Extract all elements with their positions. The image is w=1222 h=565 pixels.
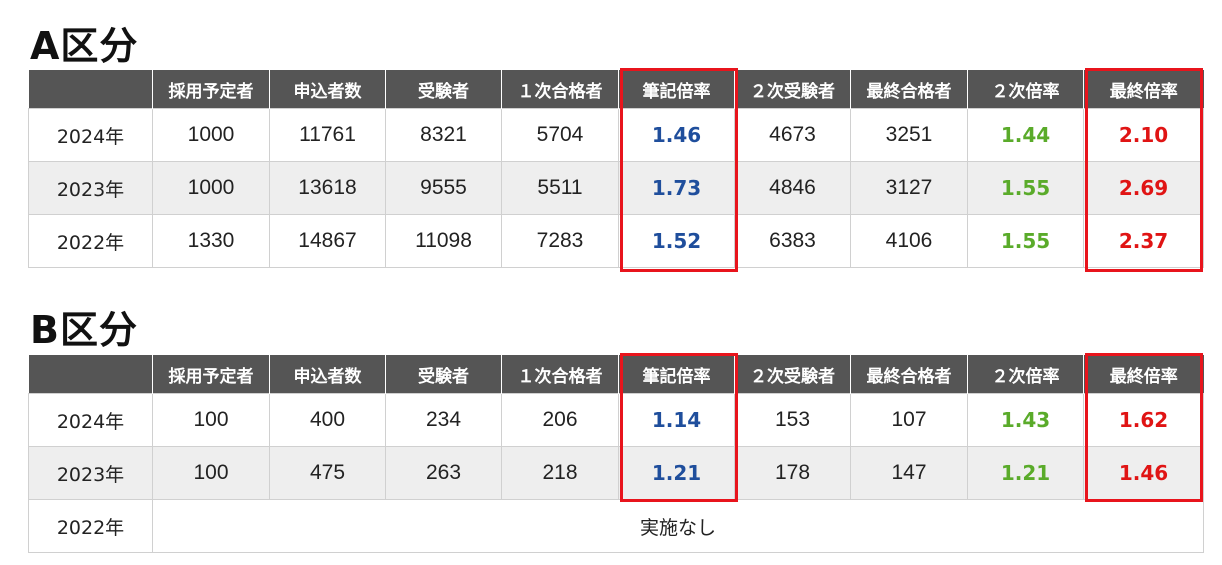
first-pass-cell: 5511 — [501, 161, 619, 215]
examinees-cell: 234 — [385, 393, 502, 447]
year-cell: 2024年 — [28, 393, 153, 447]
table-row: 2022年 1330 14867 11098 7283 1.52 6383 41… — [28, 214, 1204, 268]
written-rate-cell: 1.52 — [618, 214, 735, 268]
header-year — [28, 355, 153, 394]
first-pass-cell: 5704 — [501, 108, 619, 162]
year-cell: 2023年 — [28, 161, 153, 215]
first-pass-cell: 7283 — [501, 214, 619, 268]
no-exam-note: 実施なし — [152, 499, 1204, 553]
final-rate-cell: 2.69 — [1083, 161, 1204, 215]
header-applicants: 申込者数 — [269, 70, 386, 109]
second-examinees-cell: 153 — [734, 393, 851, 447]
section-b-title: B区分 — [30, 308, 138, 352]
final-rate-cell: 2.10 — [1083, 108, 1204, 162]
examinees-cell: 9555 — [385, 161, 502, 215]
planned-cell: 100 — [152, 446, 270, 500]
section-a-table: 採用予定者 申込者数 受験者 １次合格者 筆記倍率 ２次受験者 最終合格者 ２次… — [28, 70, 1204, 268]
header-written-rate: 筆記倍率 — [618, 70, 735, 109]
section-a-title: A区分 — [30, 24, 139, 68]
table-header-row: 採用予定者 申込者数 受験者 １次合格者 筆記倍率 ２次受験者 最終合格者 ２次… — [28, 70, 1204, 109]
year-cell: 2022年 — [28, 499, 153, 553]
final-pass-cell: 3127 — [850, 161, 968, 215]
second-rate-cell: 1.21 — [967, 446, 1084, 500]
header-final-pass: 最終合格者 — [850, 70, 968, 109]
year-cell: 2022年 — [28, 214, 153, 268]
second-rate-cell: 1.55 — [967, 161, 1084, 215]
written-rate-cell: 1.46 — [618, 108, 735, 162]
applicants-cell: 475 — [269, 446, 386, 500]
first-pass-cell: 206 — [501, 393, 619, 447]
header-second-examinees: ２次受験者 — [734, 70, 851, 109]
written-rate-cell: 1.14 — [618, 393, 735, 447]
header-written-rate: 筆記倍率 — [618, 355, 735, 394]
table-row: 2023年 1000 13618 9555 5511 1.73 4846 312… — [28, 161, 1204, 215]
second-examinees-cell: 178 — [734, 446, 851, 500]
planned-cell: 100 — [152, 393, 270, 447]
header-second-examinees: ２次受験者 — [734, 355, 851, 394]
written-rate-cell: 1.73 — [618, 161, 735, 215]
planned-cell: 1000 — [152, 108, 270, 162]
header-first-pass: １次合格者 — [501, 355, 619, 394]
table-row: 2024年 100 400 234 206 1.14 153 107 1.43 … — [28, 393, 1204, 447]
examinees-cell: 11098 — [385, 214, 502, 268]
table-row: 2022年 実施なし — [28, 499, 1204, 553]
final-rate-cell: 2.37 — [1083, 214, 1204, 268]
table-header-row: 採用予定者 申込者数 受験者 １次合格者 筆記倍率 ２次受験者 最終合格者 ２次… — [28, 355, 1204, 394]
header-final-rate: 最終倍率 — [1083, 355, 1204, 394]
planned-cell: 1000 — [152, 161, 270, 215]
table-row: 2024年 1000 11761 8321 5704 1.46 4673 325… — [28, 108, 1204, 162]
second-rate-cell: 1.44 — [967, 108, 1084, 162]
applicants-cell: 11761 — [269, 108, 386, 162]
second-examinees-cell: 4846 — [734, 161, 851, 215]
header-final-rate: 最終倍率 — [1083, 70, 1204, 109]
final-rate-cell: 1.46 — [1083, 446, 1204, 500]
header-planned: 採用予定者 — [152, 355, 270, 394]
applicants-cell: 14867 — [269, 214, 386, 268]
header-planned: 採用予定者 — [152, 70, 270, 109]
second-examinees-cell: 6383 — [734, 214, 851, 268]
planned-cell: 1330 — [152, 214, 270, 268]
second-examinees-cell: 4673 — [734, 108, 851, 162]
second-rate-cell: 1.55 — [967, 214, 1084, 268]
header-second-rate: ２次倍率 — [967, 70, 1084, 109]
final-pass-cell: 147 — [850, 446, 968, 500]
year-cell: 2024年 — [28, 108, 153, 162]
header-final-pass: 最終合格者 — [850, 355, 968, 394]
final-pass-cell: 107 — [850, 393, 968, 447]
header-examinees: 受験者 — [385, 355, 502, 394]
header-examinees: 受験者 — [385, 70, 502, 109]
table-row: 2023年 100 475 263 218 1.21 178 147 1.21 … — [28, 446, 1204, 500]
header-year — [28, 70, 153, 109]
first-pass-cell: 218 — [501, 446, 619, 500]
examinees-cell: 8321 — [385, 108, 502, 162]
year-cell: 2023年 — [28, 446, 153, 500]
final-pass-cell: 3251 — [850, 108, 968, 162]
examinees-cell: 263 — [385, 446, 502, 500]
applicants-cell: 400 — [269, 393, 386, 447]
second-rate-cell: 1.43 — [967, 393, 1084, 447]
header-first-pass: １次合格者 — [501, 70, 619, 109]
header-second-rate: ２次倍率 — [967, 355, 1084, 394]
header-applicants: 申込者数 — [269, 355, 386, 394]
final-pass-cell: 4106 — [850, 214, 968, 268]
applicants-cell: 13618 — [269, 161, 386, 215]
written-rate-cell: 1.21 — [618, 446, 735, 500]
section-b-table: 採用予定者 申込者数 受験者 １次合格者 筆記倍率 ２次受験者 最終合格者 ２次… — [28, 355, 1204, 553]
final-rate-cell: 1.62 — [1083, 393, 1204, 447]
